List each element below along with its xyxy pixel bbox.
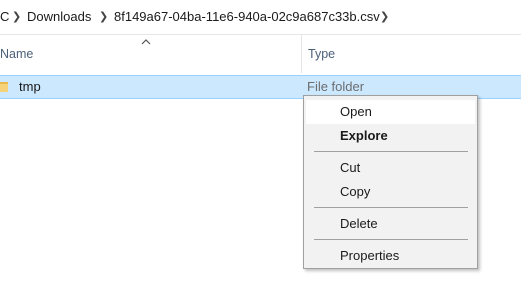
chevron-right-icon[interactable]: ❯ <box>12 9 21 25</box>
column-header-type-label: Type <box>308 47 336 61</box>
menu-item-delete[interactable]: Delete <box>306 212 475 236</box>
menu-item-cut-label: Cut <box>340 160 361 175</box>
menu-separator <box>314 239 468 240</box>
menu-separator <box>314 151 468 152</box>
breadcrumb: C ❯ Downloads ❯ 8f149a67-04ba-11e6-940a-… <box>0 0 521 35</box>
breadcrumb-item-current-folder[interactable]: 8f149a67-04ba-11e6-940a-02c9a687c33b.csv <box>114 9 380 25</box>
chevron-right-icon[interactable]: ❯ <box>99 9 108 25</box>
menu-item-copy-label: Copy <box>340 184 371 199</box>
file-name: tmp <box>19 79 41 94</box>
chevron-right-icon[interactable]: ❯ <box>380 9 389 25</box>
folder-icon <box>0 82 8 92</box>
menu-item-cut[interactable]: Cut <box>306 156 475 180</box>
column-header-name[interactable]: Name <box>0 35 300 73</box>
menu-item-explore[interactable]: Explore <box>306 124 475 148</box>
context-menu: Open Explore Cut Copy Delete Properties <box>303 95 478 269</box>
menu-item-properties-label: Properties <box>340 248 400 263</box>
sort-ascending-icon <box>141 39 151 45</box>
file-explorer-window: C ❯ Downloads ❯ 8f149a67-04ba-11e6-940a-… <box>0 0 521 287</box>
menu-item-delete-label: Delete <box>340 216 378 231</box>
column-header-name-label: Name <box>0 47 34 61</box>
menu-item-copy[interactable]: Copy <box>306 180 475 204</box>
breadcrumb-item-downloads[interactable]: Downloads <box>27 9 91 25</box>
breadcrumb-item-drive[interactable]: C <box>0 9 9 25</box>
menu-item-explore-label: Explore <box>340 128 388 143</box>
menu-item-properties[interactable]: Properties <box>306 244 475 268</box>
file-type: File folder <box>307 79 365 94</box>
column-header-type[interactable]: Type <box>301 35 521 73</box>
column-headers: Name Type <box>0 35 521 73</box>
menu-item-open-label: Open <box>340 104 372 119</box>
menu-item-open[interactable]: Open <box>306 100 475 124</box>
menu-separator <box>314 207 468 208</box>
